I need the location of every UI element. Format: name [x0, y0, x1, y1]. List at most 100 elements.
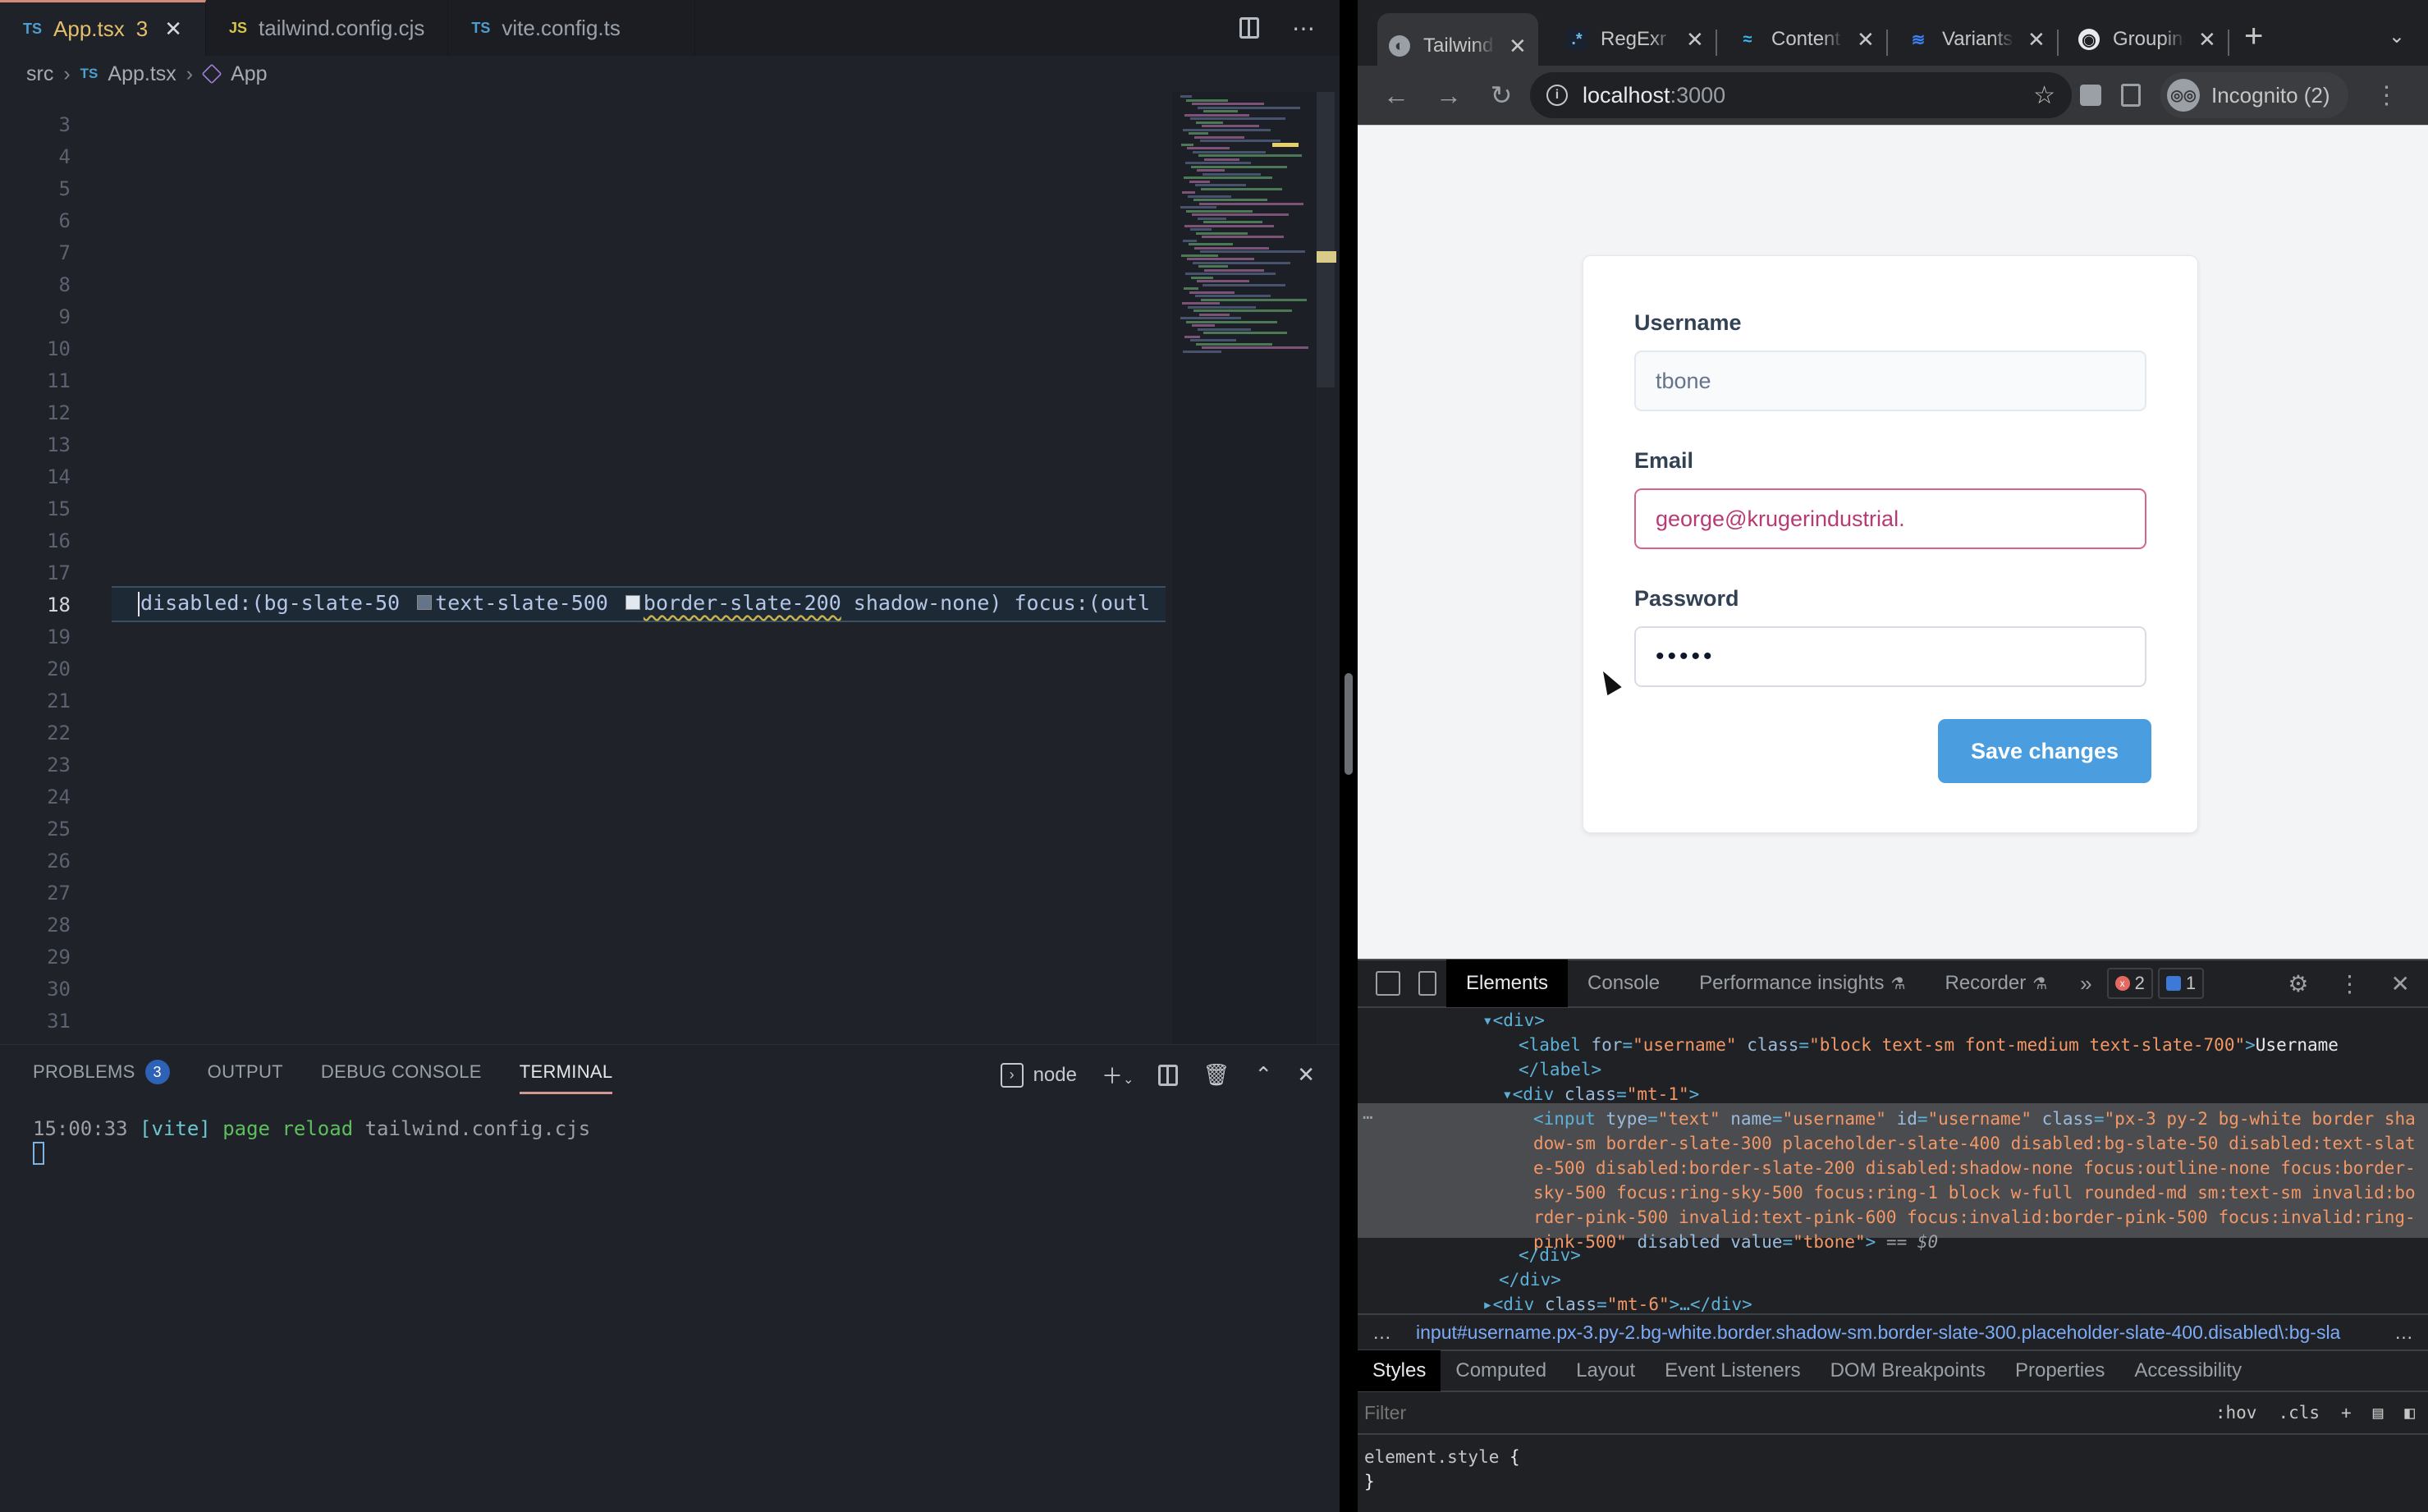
info-icon[interactable]: i	[1546, 85, 1568, 106]
extensions-icon[interactable]	[2080, 85, 2101, 106]
terminal-output[interactable]: 15:00:33 [vite] page reload tailwind.con…	[33, 1116, 590, 1171]
new-tab-button[interactable]: +	[2244, 18, 2263, 55]
password-input[interactable]: •••••	[1634, 626, 2146, 687]
side-panel-icon[interactable]	[2121, 84, 2141, 107]
tab-styles[interactable]: Styles	[1358, 1350, 1441, 1391]
tab-debug-console[interactable]: DEBUG CONSOLE	[321, 1060, 482, 1094]
new-rule-icon[interactable]: +	[2341, 1403, 2352, 1423]
split-terminal-icon[interactable]	[1158, 1064, 1179, 1086]
line-number: 30	[47, 978, 71, 1001]
close-panel-icon[interactable]: ✕	[1297, 1062, 1315, 1088]
tab-computed[interactable]: Computed	[1441, 1350, 1561, 1391]
close-icon[interactable]: ✕	[164, 16, 182, 42]
minimap-line	[1191, 165, 1287, 168]
tab-performance-insights[interactable]: Performance insights ⚗	[1679, 960, 1925, 1007]
tab-accessibility[interactable]: Accessibility	[2119, 1350, 2256, 1391]
dom-node[interactable]: <label for="username" class="block text-…	[1519, 1033, 2339, 1057]
tab-dom-breakpoints[interactable]: DOM Breakpoints	[1816, 1350, 2000, 1391]
dom-node[interactable]: </label>	[1519, 1057, 1601, 1082]
more-tabs-icon[interactable]: »	[2080, 971, 2091, 997]
browser-tab[interactable]: .* RegExr ✕	[1555, 16, 1716, 62]
dom-tree[interactable]: ▾<div> <label for="username" class="bloc…	[1358, 1008, 2428, 1361]
close-tab-icon[interactable]: ✕	[1686, 27, 1704, 53]
styles-filter-input[interactable]	[1358, 1392, 2215, 1433]
password-label: Password	[1634, 586, 1739, 611]
browser-tab[interactable]: ≈ Content ✕	[1725, 16, 1886, 62]
trash-icon[interactable]: 🗑	[1203, 1062, 1230, 1088]
device-toolbar-icon[interactable]	[1418, 971, 1436, 996]
code-line-18[interactable]: disabled:(bg-slate-50 text-slate-500 bor…	[138, 591, 1150, 616]
filter-tools: :hov .cls + ▤ ◧	[2215, 1403, 2428, 1423]
back-icon[interactable]: ←	[1382, 80, 1410, 111]
paint-brush-icon[interactable]: ▤	[2373, 1403, 2384, 1423]
close-tab-icon[interactable]: ✕	[2027, 27, 2045, 53]
username-input[interactable]: tbone	[1634, 351, 2146, 411]
tab-output[interactable]: OUTPUT	[208, 1060, 283, 1094]
hover-state-toggle[interactable]: :hov	[2215, 1403, 2257, 1423]
tab-properties[interactable]: Properties	[2000, 1350, 2119, 1391]
minimap[interactable]	[1172, 92, 1317, 1044]
close-tab-icon[interactable]: ✕	[1857, 27, 1875, 53]
dom-tag: <div>	[1492, 1010, 1545, 1030]
crumb-overflow-icon[interactable]: …	[1372, 1322, 1391, 1344]
minimap-line	[1180, 206, 1216, 208]
tab-label: PROBLEMS	[33, 1061, 135, 1082]
breadcrumb-file[interactable]: App.tsx	[108, 62, 176, 86]
inspect-element-icon[interactable]	[1376, 971, 1400, 996]
close-devtools-icon[interactable]: ✕	[2391, 970, 2410, 997]
tab-search-icon[interactable]: ⌄	[2389, 25, 2405, 48]
forward-icon[interactable]: →	[1435, 80, 1463, 111]
dom-node[interactable]: </div>	[1519, 1243, 1581, 1267]
more-actions-icon[interactable]: ⋯	[1292, 15, 1315, 42]
tab-problems[interactable]: PROBLEMS 3	[33, 1060, 170, 1094]
close-tab-icon[interactable]: ✕	[2198, 27, 2216, 53]
styles-pane[interactable]: element.style { }	[1364, 1445, 1520, 1494]
tab-terminal[interactable]: TERMINAL	[519, 1060, 613, 1094]
tab-layout[interactable]: Layout	[1561, 1350, 1650, 1391]
terminal-name[interactable]: node	[1033, 1064, 1077, 1087]
toggle-sidebar-icon[interactable]: ◧	[2404, 1403, 2415, 1423]
node-actions-icon[interactable]: ⋯	[1363, 1105, 1373, 1129]
new-terminal-icon[interactable]: ＋⌄	[1102, 1060, 1134, 1090]
crumb-overflow-icon[interactable]: …	[2384, 1322, 2413, 1344]
experimental-flask-icon: ⚗	[2032, 974, 2048, 993]
class-toggle[interactable]: .cls	[2278, 1403, 2320, 1423]
tab-app-tsx[interactable]: TS App.tsx 3 ✕	[0, 0, 206, 56]
message-counter[interactable]: 1	[2157, 968, 2205, 999]
save-changes-button[interactable]: Save changes	[1938, 719, 2151, 783]
dom-node[interactable]: ▾<div>	[1482, 1008, 1545, 1033]
code-editor[interactable]: 3 4 5 6 7 8 9 10 11 12 13 14 15 16 17 18 19 20 21 22 23 24 25 2…	[0, 92, 1175, 1044]
error-counter[interactable]: x2	[2106, 968, 2153, 999]
profile-button[interactable]: ◎◎ Incognito (2)	[2160, 72, 2348, 118]
selected-dom-node[interactable]: <input type="text" name="username" id="u…	[1533, 1107, 2420, 1254]
resize-handle[interactable]	[1345, 673, 1353, 775]
close-tab-icon[interactable]: ✕	[1509, 34, 1527, 59]
browser-tab[interactable]: ≋ Variants ✕	[1896, 16, 2057, 62]
address-bar[interactable]: i localhost:3000 ☆	[1530, 72, 2072, 118]
minimap-line	[1203, 110, 1238, 112]
tab-elements[interactable]: Elements	[1446, 960, 1569, 1007]
crumb-selected[interactable]: input#username.px-3.py-2.bg-white.border…	[1416, 1322, 2340, 1344]
minimap-line	[1183, 239, 1197, 242]
email-input[interactable]: george@krugerindustrial.	[1634, 488, 2146, 549]
split-editor-icon[interactable]	[1239, 17, 1259, 39]
minimap-line	[1180, 95, 1192, 98]
reload-icon[interactable]: ↻	[1487, 80, 1515, 111]
breadcrumb-symbol[interactable]: App	[231, 62, 267, 86]
maximize-panel-icon[interactable]: ⌃	[1254, 1062, 1272, 1088]
minimap-line	[1182, 191, 1195, 194]
tab-recorder[interactable]: Recorder ⚗	[1925, 960, 2067, 1007]
line-number: 23	[47, 754, 71, 777]
breadcrumb-folder[interactable]: src	[26, 62, 53, 86]
settings-gear-icon[interactable]: ⚙	[2288, 970, 2308, 997]
menu-icon[interactable]: ⋮	[2375, 81, 2399, 110]
tab-tailwind-config[interactable]: JS tailwind.config.cjs	[206, 0, 449, 56]
tab-console[interactable]: Console	[1568, 960, 1679, 1007]
tab-event-listeners[interactable]: Event Listeners	[1650, 1350, 1815, 1391]
tab-vite-config[interactable]: TS vite.config.ts	[448, 0, 695, 56]
devtools-menu-icon[interactable]: ⋮	[2339, 970, 2362, 997]
dom-node[interactable]: </div>	[1499, 1267, 1561, 1292]
bookmark-star-icon[interactable]: ☆	[2033, 81, 2055, 110]
vertical-scrollbar[interactable]	[1317, 92, 1335, 387]
browser-tab[interactable]: ◉ Grouping ✕	[2067, 16, 2228, 62]
